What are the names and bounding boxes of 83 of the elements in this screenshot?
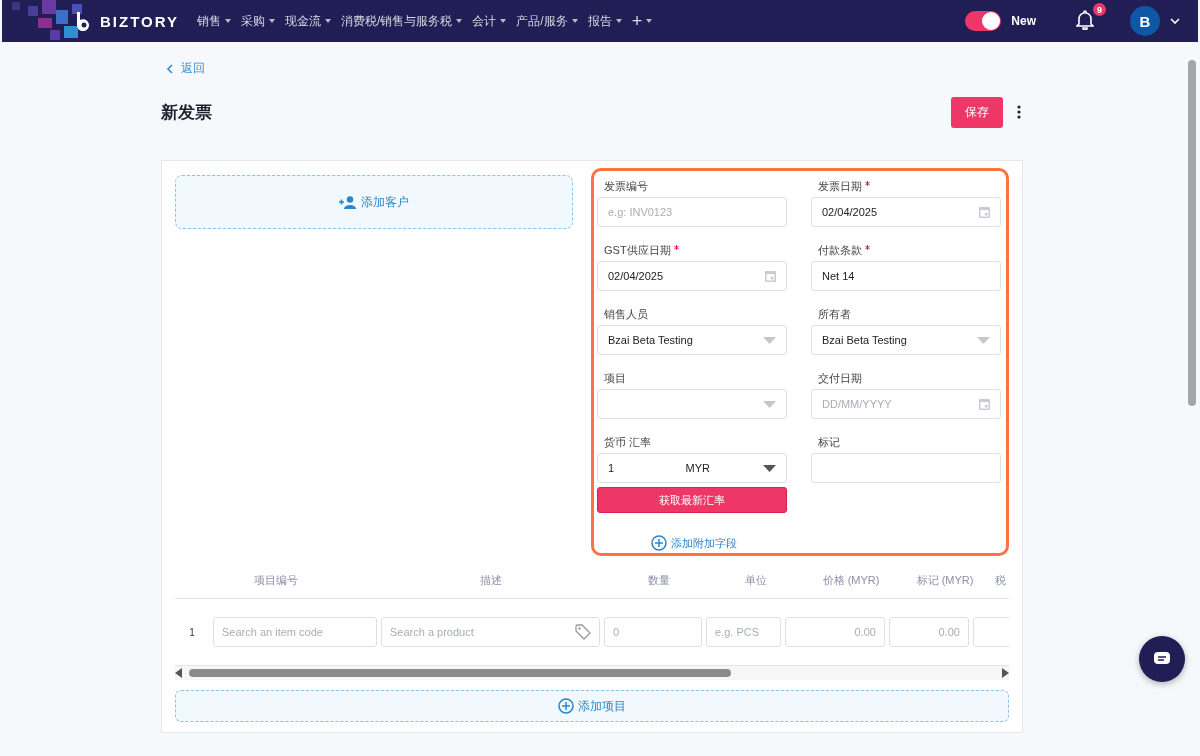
- dropdown-arrow-icon: [763, 464, 776, 472]
- field-value: 02/04/2025: [608, 270, 665, 282]
- add-customer-button[interactable]: 添加客户: [175, 175, 573, 229]
- date-field[interactable]: 02/04/2025: [811, 197, 1001, 227]
- calendar-icon: [979, 206, 990, 218]
- get-rate-button[interactable]: 获取最新汇率: [597, 487, 787, 513]
- horizontal-scrollbar[interactable]: [175, 666, 1009, 680]
- cell-placeholder: 0: [613, 626, 620, 638]
- field-label: GST供应日期: [604, 243, 787, 256]
- field-label: 标记: [818, 435, 841, 448]
- dropdown-arrow-icon: [977, 336, 990, 344]
- nav-menu-item[interactable]: 报告: [587, 12, 622, 30]
- brand-name: BIZTORY: [100, 12, 179, 30]
- field-value: 1: [608, 462, 616, 474]
- chevron-down-icon[interactable]: [1170, 18, 1180, 24]
- back-label: 返回: [181, 60, 205, 77]
- field-placeholder: DD/MM/YYYY: [822, 398, 893, 410]
- cell-placeholder: 0.00: [854, 626, 876, 638]
- add-field-link[interactable]: 添加附加字段: [651, 535, 737, 551]
- field-label: 交付日期: [818, 371, 863, 384]
- chat-button[interactable]: [1139, 636, 1185, 682]
- calendar-icon: [765, 270, 776, 282]
- plus-circle-icon: [651, 535, 667, 551]
- nav-menu-item[interactable]: 产品/服务: [516, 12, 578, 30]
- add-item-button[interactable]: 添加项目: [175, 690, 1009, 722]
- nav-menu-item[interactable]: 会计: [472, 12, 507, 30]
- nav-menu-item[interactable]: +: [631, 10, 653, 32]
- date-field[interactable]: 02/04/2025: [597, 261, 787, 291]
- scroll-right-icon[interactable]: [1001, 668, 1009, 678]
- cell-placeholder: e.g. PCS: [715, 626, 760, 638]
- column-header: 描述: [478, 572, 503, 588]
- field-value: 02/04/2025: [822, 206, 879, 218]
- column-header: 单位: [743, 572, 768, 588]
- cell-placeholder: Search a product: [390, 626, 474, 638]
- field-label: 销售人员: [604, 307, 649, 320]
- field-label: 货币 汇率: [604, 435, 653, 448]
- nav-menu-item[interactable]: 消费税/销售与服务税: [341, 12, 463, 30]
- user-avatar[interactable]: B: [1130, 6, 1160, 36]
- field-label: 所有者: [818, 307, 852, 320]
- vertical-scrollbar[interactable]: [1188, 60, 1196, 406]
- field-label: 付款条款: [818, 243, 1001, 256]
- nav-menu-item[interactable]: 现金流: [285, 12, 331, 30]
- field-placeholder: e.g: INV0123: [608, 206, 674, 218]
- field-value: Bzai Beta Testing: [822, 334, 908, 346]
- chevron-left-icon: [167, 63, 173, 74]
- back-link[interactable]: 返回: [167, 60, 205, 77]
- add-person-icon: [339, 195, 357, 209]
- more-icon[interactable]: [1017, 105, 1021, 119]
- dropdown-arrow-icon: [763, 400, 776, 408]
- page-title: 新发票: [161, 101, 212, 124]
- text-field[interactable]: [811, 453, 1001, 483]
- nav-menu-item[interactable]: 销售: [197, 12, 231, 30]
- plus-circle-icon: [558, 698, 574, 714]
- field-value: Net 14: [822, 270, 856, 282]
- field-label: 发票编号: [604, 179, 649, 192]
- dropdown-arrow-icon: [763, 336, 776, 344]
- text-field[interactable]: Net 14: [811, 261, 1001, 291]
- calendar-icon: [979, 398, 990, 410]
- field-label: 发票日期: [818, 179, 1001, 192]
- column-header: 标记 (MYR): [915, 572, 975, 588]
- toggle-switch[interactable]: [965, 11, 1002, 31]
- save-button[interactable]: 保存: [951, 96, 1003, 128]
- currency-code: MYR: [685, 462, 711, 474]
- field-label: 项目: [604, 371, 627, 384]
- chat-icon: [1153, 651, 1171, 667]
- cell-placeholder: Search an item code: [222, 626, 323, 638]
- select-field[interactable]: [597, 389, 787, 419]
- select-field[interactable]: Bzai Beta Testing: [597, 325, 787, 355]
- notification-badge: 9: [1093, 3, 1106, 16]
- nav-menu-item[interactable]: 采购: [241, 12, 275, 30]
- field-value: Bzai Beta Testing: [608, 334, 694, 346]
- bell-icon[interactable]: [1076, 10, 1094, 30]
- column-header: 项目编号: [253, 572, 299, 588]
- column-header: 数量: [647, 572, 671, 588]
- tag-icon: [575, 624, 591, 640]
- column-header: 税: [994, 572, 1006, 588]
- toggle-label: New: [1011, 14, 1036, 28]
- column-header: 价格 (MYR): [821, 572, 881, 588]
- currency-field[interactable]: 1 MYR: [597, 453, 787, 483]
- select-field[interactable]: Bzai Beta Testing: [811, 325, 1001, 355]
- row-number: 1: [188, 626, 196, 638]
- scroll-left-icon[interactable]: [175, 668, 183, 678]
- cell-placeholder: 0.00: [938, 626, 960, 638]
